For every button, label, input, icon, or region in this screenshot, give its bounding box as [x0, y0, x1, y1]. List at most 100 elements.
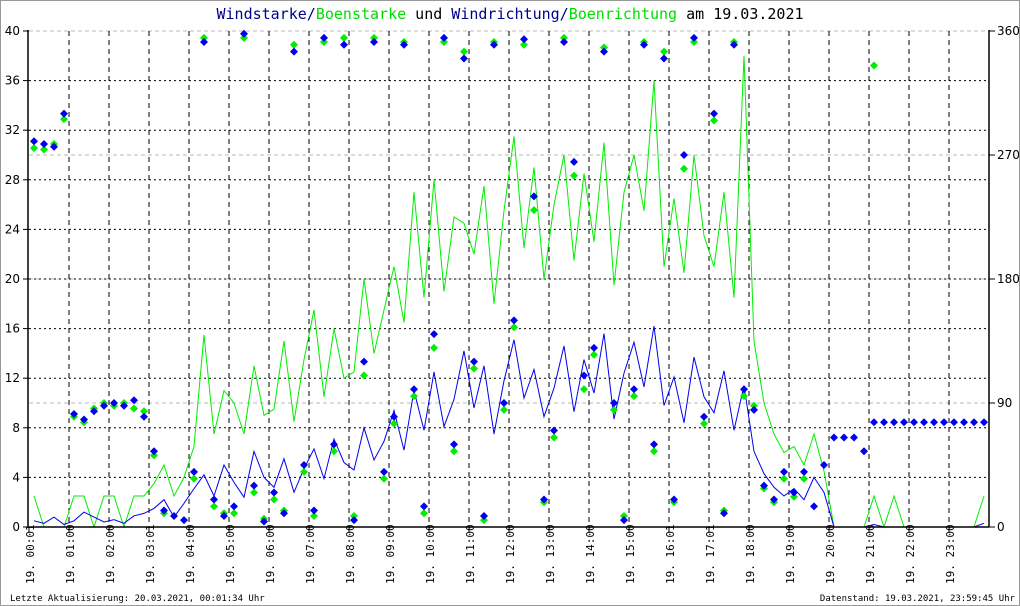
chart-title: Windstarke/Boenstarke und Windrichtung/B… — [216, 5, 803, 23]
right-tick-label: 90 — [997, 396, 1012, 410]
direction-point-boenrichtung — [450, 447, 458, 456]
direction-point-windrichtung — [210, 495, 218, 504]
x-tick-label: 19. 01:00 — [64, 524, 77, 584]
left-axis: 0 4 8 12 16 20 24 28 32 36 40 — [5, 24, 29, 534]
direction-point-boenrichtung — [290, 40, 298, 49]
x-tick-label: 19. 23:00 — [944, 524, 957, 584]
direction-point-windrichtung — [270, 488, 278, 497]
title-and: und — [406, 5, 451, 23]
direction-point-windrichtung — [980, 418, 988, 427]
x-tick-label: 19. 14:00 — [584, 524, 597, 584]
right-tick-label: 360 — [997, 24, 1019, 38]
x-tick-label: 19. 10:00 — [424, 524, 437, 584]
x-tick-label: 19. 12:00 — [504, 524, 517, 584]
direction-point-boenrichtung — [250, 488, 258, 497]
direction-point-windrichtung — [810, 502, 818, 511]
direction-point-boenrichtung — [650, 447, 658, 456]
left-tick-label: 36 — [5, 74, 20, 88]
direction-point-windrichtung — [550, 426, 558, 435]
x-tick-label: 19. 00:01 — [24, 524, 37, 584]
direction-point-boenrichtung — [420, 509, 428, 518]
direction-point-windrichtung — [290, 47, 298, 56]
direction-point-windrichtung — [590, 343, 598, 352]
x-tick-label: 19. 08:00 — [344, 524, 357, 584]
title-gust: Boenstarke — [316, 5, 406, 23]
direction-point-windrichtung — [900, 418, 908, 427]
direction-point-windrichtung — [880, 418, 888, 427]
title-wind: Windstarke/ — [216, 5, 315, 23]
direction-point-windrichtung — [690, 33, 698, 42]
x-tick-label: 19. 11:00 — [464, 524, 477, 584]
x-tick-label: 19. 05:00 — [224, 524, 237, 584]
direction-point-windrichtung — [470, 357, 478, 366]
direction-point-windrichtung — [940, 418, 948, 427]
direction-point-boenrichtung — [230, 509, 238, 518]
direction-point-windrichtung — [930, 418, 938, 427]
direction-point-windrichtung — [570, 157, 578, 166]
direction-point-windrichtung — [780, 467, 788, 476]
direction-point-boenrichtung — [710, 116, 718, 125]
direction-point-windrichtung — [850, 433, 858, 442]
direction-point-windrichtung — [830, 433, 838, 442]
direction-point-boenrichtung — [580, 385, 588, 394]
direction-point-windrichtung — [890, 418, 898, 427]
left-tick-label: 32 — [5, 123, 20, 137]
wind-chart: Windstarke/Boenstarke und Windrichtung/B… — [5, 5, 1019, 604]
direction-point-windrichtung — [340, 40, 348, 49]
direction-point-windrichtung — [950, 418, 958, 427]
x-tick-label: 19. 04:00 — [184, 524, 197, 584]
x-tick-label: 19. 16:01 — [664, 524, 677, 584]
direction-point-windrichtung — [230, 502, 238, 511]
right-tick-label: 0 — [997, 520, 1005, 534]
direction-point-boenrichtung — [530, 206, 538, 215]
left-tick-label: 8 — [12, 421, 20, 435]
direction-point-windrichtung — [440, 33, 448, 42]
direction-point-windrichtung — [380, 467, 388, 476]
direction-point-windrichtung — [750, 405, 758, 414]
direction-point-windrichtung — [510, 316, 518, 325]
direction-point-boenrichtung — [630, 392, 638, 401]
right-axis: 0 90 180 270 360 — [989, 24, 1019, 534]
direction-point-boenrichtung — [210, 502, 218, 511]
direction-point-windrichtung — [860, 447, 868, 456]
x-tick-label: 19. 20:00 — [824, 524, 837, 584]
direction-point-boenrichtung — [460, 47, 468, 56]
direction-point-windrichtung — [140, 412, 148, 421]
x-tick-label: 19. 21:00 — [864, 524, 877, 584]
x-tick-label: 19. 09:00 — [384, 524, 397, 584]
x-tick-label: 19. 13:00 — [544, 524, 557, 584]
direction-point-windrichtung — [330, 440, 338, 449]
x-tick-label: 19. 02:00 — [104, 524, 117, 584]
x-tick-label: 19. 07:00 — [304, 524, 317, 584]
direction-point-windrichtung — [190, 467, 198, 476]
direction-point-windrichtung — [200, 38, 208, 47]
grid — [29, 30, 989, 528]
direction-point-windrichtung — [710, 109, 718, 118]
direction-point-boenrichtung — [380, 474, 388, 483]
direction-point-boenrichtung — [870, 61, 878, 70]
direction-point-windrichtung — [560, 38, 568, 47]
direction-point-windrichtung — [150, 447, 158, 456]
title-gust-direction: Boenrichtung — [569, 5, 677, 23]
left-tick-label: 40 — [5, 24, 20, 38]
left-tick-label: 0 — [12, 520, 20, 534]
x-tick-label: 19. 17:01 — [704, 524, 717, 584]
direction-point-windrichtung — [320, 33, 328, 42]
direction-point-windrichtung — [60, 109, 68, 118]
title-direction: Windrichtung/ — [451, 5, 568, 23]
direction-point-boenrichtung — [500, 405, 508, 414]
direction-point-windrichtung — [630, 385, 638, 394]
left-tick-label: 24 — [5, 222, 20, 236]
direction-point-windrichtung — [600, 47, 608, 56]
direction-point-windrichtung — [840, 433, 848, 442]
direction-point-boenrichtung — [470, 364, 478, 373]
direction-point-windrichtung — [960, 418, 968, 427]
direction-point-windrichtung — [410, 385, 418, 394]
direction-point-windrichtung — [660, 54, 668, 63]
direction-point-windrichtung — [740, 385, 748, 394]
direction-point-windrichtung — [910, 418, 918, 427]
direction-point-boenrichtung — [410, 392, 418, 401]
direction-point-windrichtung — [480, 511, 488, 520]
direction-point-boenrichtung — [30, 144, 38, 153]
direction-point-windrichtung — [370, 38, 378, 47]
